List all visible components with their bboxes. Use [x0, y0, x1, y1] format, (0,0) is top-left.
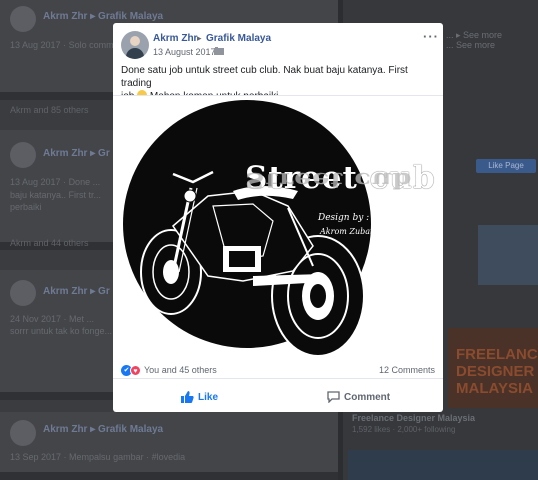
- like-page-button[interactable]: Like Page: [476, 159, 536, 173]
- post-author[interactable]: Akrm Zhr ▸ Grafik Malaya: [43, 11, 163, 22]
- avatar: [10, 280, 36, 306]
- avatar: [10, 420, 36, 446]
- post-meta: 24 Nov 2017 · Met ...: [10, 314, 95, 324]
- image-credit-label: Design by :: [318, 213, 370, 223]
- post-actions: Like Comment: [113, 385, 443, 409]
- post-meta: 13 Aug 2017 · Solo comm...: [10, 40, 122, 50]
- comment-count[interactable]: 12 Comments: [379, 365, 435, 375]
- like-button[interactable]: Like: [181, 385, 218, 409]
- post-author[interactable]: Akrm Zhr ▸ Gr: [43, 148, 110, 159]
- group-icon: [214, 47, 224, 55]
- post-meta: 13 Sep 2017 · Mempalsu gambar · #lovedia: [10, 452, 186, 462]
- post-text-line: perbaiki: [10, 202, 42, 212]
- motorcycle-illustration: [123, 100, 371, 357]
- reaction-row: Akrm and 85 others: [10, 105, 89, 115]
- post-text-line: sorrr untuk tak ko fonge...: [10, 326, 113, 336]
- post-author[interactable]: Akrm Zhr ▸ Grafik Malaya: [43, 424, 163, 435]
- post-meta: 13 Aug 2017 · Done ...: [10, 177, 101, 187]
- thumbs-up-icon: [181, 391, 194, 403]
- comment-button[interactable]: Comment: [327, 385, 390, 409]
- post-image[interactable]: Street cub Street cub Design by : Akrom …: [113, 95, 443, 377]
- post-modal: Akrm Zhr ▸ Grafik Malaya 13 August 2017 …: [113, 23, 443, 412]
- sidebar-banner[interactable]: [348, 450, 538, 480]
- post-author-link[interactable]: Akrm Zhr: [153, 33, 197, 44]
- more-options-icon[interactable]: ···: [423, 29, 439, 44]
- post-date[interactable]: 13 August 2017 ·: [153, 47, 221, 57]
- background-post: Akrm Zhr ▸ Grafik Malaya 13 Sep 2017 · M…: [0, 412, 338, 480]
- ad-text: FREELANCE DESIGNER MALAYSIA: [456, 346, 538, 397]
- comment-icon: [327, 391, 340, 403]
- caret-right-icon: ▸: [197, 33, 202, 43]
- ad-thumbnail[interactable]: FREELANCE DESIGNER MALAYSIA: [448, 328, 538, 408]
- post-stats-bar: ✔ ♥ You and 45 others 12 Comments: [113, 361, 443, 379]
- group-link[interactable]: Grafik Malaya: [206, 33, 271, 44]
- avatar: [10, 6, 36, 32]
- post-author[interactable]: Akrm Zhr ▸ Gr: [43, 286, 110, 297]
- image-title-reflection: Street cub: [245, 167, 413, 192]
- avatar: [10, 142, 36, 168]
- sidebar-thumbnail[interactable]: [478, 225, 538, 285]
- love-reaction-icon: ♥: [130, 365, 141, 376]
- comment-label: Comment: [344, 391, 391, 403]
- author-avatar[interactable]: [121, 31, 149, 59]
- like-label: Like: [198, 391, 219, 403]
- reaction-row: Akrm and 44 others: [10, 238, 89, 248]
- image-credit-name: Akrom Zubair: [320, 227, 377, 236]
- reaction-count[interactable]: You and 45 others: [144, 365, 217, 375]
- ad-subtitle: 1,592 likes · 2,000+ following: [352, 425, 456, 434]
- post-text-line: baju katanya.. First tr...: [10, 190, 102, 200]
- post-text-line1: Done satu job untuk street cub club. Nak…: [121, 65, 408, 89]
- right-column-text: ... See more: [446, 40, 496, 50]
- ad-title[interactable]: Freelance Designer Malaysia: [352, 413, 475, 423]
